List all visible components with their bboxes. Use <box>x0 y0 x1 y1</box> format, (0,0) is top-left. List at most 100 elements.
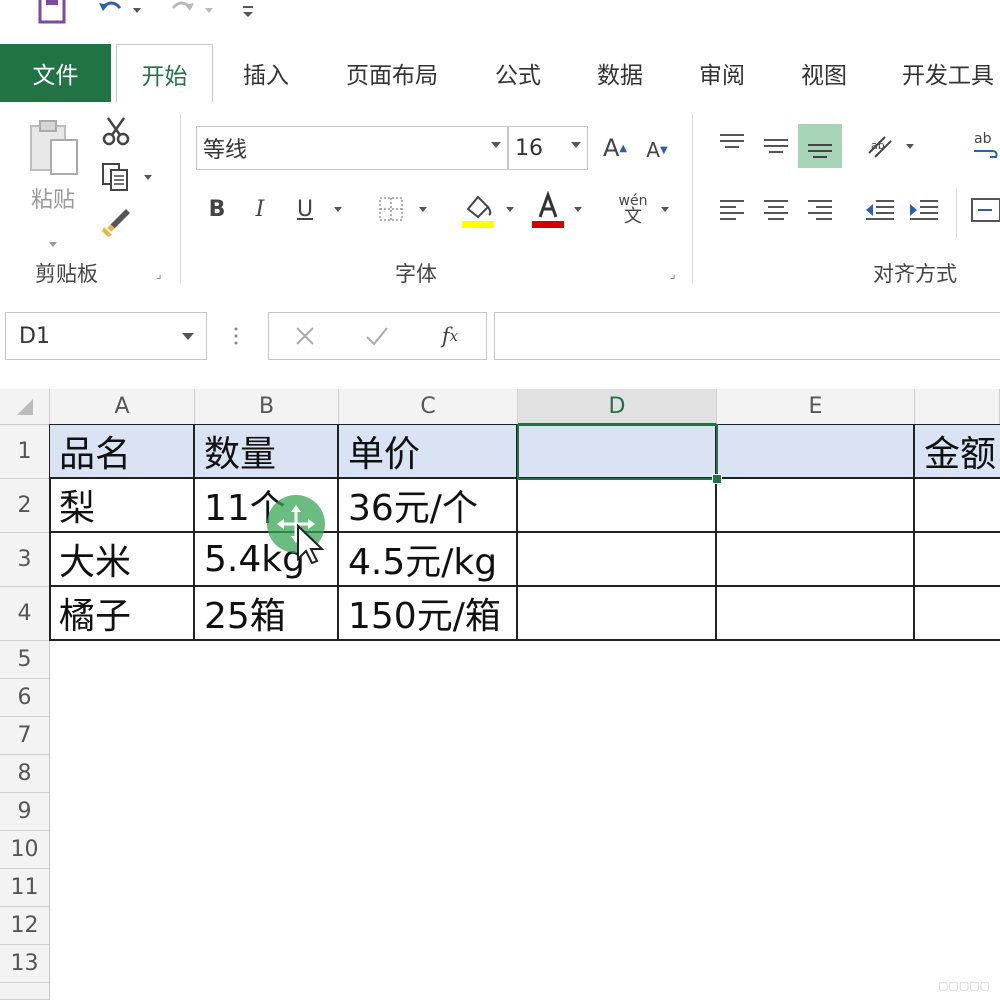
name-box[interactable]: D1 <box>5 312 207 360</box>
font-color-icon[interactable] <box>528 190 568 230</box>
cell-b1[interactable]: 数量 <box>195 425 339 479</box>
cell-b4[interactable]: 25箱 <box>195 587 339 641</box>
undo-icon[interactable] <box>94 0 128 24</box>
tab-data[interactable]: 数据 <box>575 44 665 102</box>
tab-home[interactable]: 开始 <box>116 44 213 103</box>
increase-font-size-button[interactable]: A ▲ <box>598 130 632 166</box>
fill-handle[interactable] <box>712 474 722 484</box>
row-header[interactable]: 3 <box>0 533 50 587</box>
row-header[interactable]: 8 <box>0 755 50 793</box>
cell-f3[interactable] <box>915 533 1000 587</box>
cell-e4[interactable] <box>717 587 915 641</box>
redo-icon[interactable] <box>165 0 199 24</box>
cell-a4[interactable]: 橘子 <box>50 587 195 641</box>
cell-c2[interactable]: 36元/个 <box>339 479 518 533</box>
cell-e3[interactable] <box>717 533 915 587</box>
row-header[interactable]: 5 <box>0 641 50 679</box>
cell-f2[interactable] <box>915 479 1000 533</box>
tab-page-layout[interactable]: 页面布局 <box>326 44 458 102</box>
fill-color-dropdown-icon[interactable] <box>506 207 514 212</box>
decrease-font-size-button[interactable]: A ▼ <box>640 132 674 168</box>
wrap-text-icon[interactable]: ab <box>972 126 1000 166</box>
save-icon[interactable] <box>36 0 68 24</box>
tab-formulas[interactable]: 公式 <box>473 44 563 102</box>
phonetic-guide-icon[interactable]: wén 文 <box>612 188 654 232</box>
bold-button[interactable]: B <box>202 192 232 226</box>
row-header[interactable]: 1 <box>0 425 50 479</box>
font-color-dropdown-icon[interactable] <box>574 207 582 212</box>
borders-dropdown-icon[interactable] <box>419 207 427 212</box>
column-header-e[interactable]: E <box>717 389 915 425</box>
cell-d2[interactable] <box>518 479 717 533</box>
insert-function-icon[interactable]: fx <box>429 319 471 353</box>
cut-icon[interactable] <box>98 114 134 148</box>
orientation-dropdown-icon[interactable] <box>906 144 914 149</box>
tab-review[interactable]: 审阅 <box>677 44 767 102</box>
column-header-b[interactable]: B <box>195 389 339 425</box>
align-bottom-icon[interactable] <box>798 124 842 168</box>
row-header[interactable]: 6 <box>0 679 50 717</box>
select-all-corner[interactable] <box>0 389 50 425</box>
row-header[interactable]: 9 <box>0 793 50 831</box>
copy-icon[interactable] <box>98 160 134 194</box>
cell-f1[interactable]: 金额 <box>915 425 1000 479</box>
font-launcher-icon[interactable]: ⌟ <box>670 268 682 280</box>
tab-file[interactable]: 文件 <box>0 44 111 102</box>
row-header[interactable] <box>0 983 50 1000</box>
format-painter-icon[interactable] <box>98 206 134 240</box>
row-header[interactable]: 2 <box>0 479 50 533</box>
clipboard-launcher-icon[interactable]: ⌟ <box>156 268 168 280</box>
row-header[interactable]: 11 <box>0 869 50 907</box>
align-middle-icon[interactable] <box>756 124 796 164</box>
paste-dropdown-icon[interactable] <box>49 242 57 247</box>
redo-dropdown-icon[interactable] <box>202 0 216 24</box>
underline-button[interactable]: U <box>290 192 320 226</box>
italic-button[interactable]: I <box>245 192 275 226</box>
cell-d4[interactable] <box>518 587 717 641</box>
increase-indent-icon[interactable] <box>904 190 944 230</box>
underline-dropdown-icon[interactable] <box>334 207 342 212</box>
decrease-indent-icon[interactable] <box>860 190 900 230</box>
formula-bar-grip-icon[interactable] <box>234 326 238 346</box>
row-header[interactable]: 7 <box>0 717 50 755</box>
copy-dropdown-icon[interactable] <box>144 175 152 180</box>
align-center-icon[interactable] <box>756 190 796 230</box>
undo-dropdown-icon[interactable] <box>130 0 144 24</box>
cell-a3[interactable]: 大米 <box>50 533 195 587</box>
borders-icon[interactable] <box>374 192 408 226</box>
column-header-f[interactable] <box>915 389 1000 425</box>
tab-developer[interactable]: 开发工具 <box>888 44 1000 102</box>
orientation-icon[interactable]: ab <box>862 126 898 166</box>
enter-icon[interactable] <box>357 319 397 353</box>
cell-c3[interactable]: 4.5元/kg <box>339 533 518 587</box>
cell-a2[interactable]: 梨 <box>50 479 195 533</box>
row-header[interactable]: 4 <box>0 587 50 641</box>
tab-insert[interactable]: 插入 <box>218 44 314 102</box>
cell-d3[interactable] <box>518 533 717 587</box>
customize-icon[interactable] <box>240 0 256 24</box>
paste-button[interactable]: 粘贴 <box>20 118 86 258</box>
font-size-dropdown[interactable]: 16 <box>508 126 588 170</box>
name-box-dropdown-icon[interactable] <box>182 333 194 340</box>
row-header[interactable]: 10 <box>0 831 50 869</box>
column-header-c[interactable]: C <box>339 389 518 425</box>
align-left-icon[interactable] <box>712 190 752 230</box>
cell-c1[interactable]: 单价 <box>339 425 518 479</box>
tab-view[interactable]: 视图 <box>779 44 869 102</box>
row-header[interactable]: 12 <box>0 907 50 945</box>
column-header-d[interactable]: D <box>518 389 717 425</box>
cell-a1[interactable]: 品名 <box>50 425 195 479</box>
phonetic-dropdown-icon[interactable] <box>661 207 669 212</box>
merge-center-icon[interactable] <box>970 190 1000 230</box>
font-name-dropdown[interactable]: 等线 <box>196 126 508 170</box>
row-header[interactable]: 13 <box>0 945 50 983</box>
align-top-icon[interactable] <box>712 124 752 164</box>
cell-e2[interactable] <box>717 479 915 533</box>
fill-color-icon[interactable] <box>458 190 498 230</box>
cancel-icon[interactable] <box>285 319 325 353</box>
formula-input[interactable] <box>494 312 1000 360</box>
cell-f4[interactable] <box>915 587 1000 641</box>
align-right-icon[interactable] <box>800 190 840 230</box>
column-header-a[interactable]: A <box>50 389 195 425</box>
cell-e1[interactable] <box>717 425 915 479</box>
